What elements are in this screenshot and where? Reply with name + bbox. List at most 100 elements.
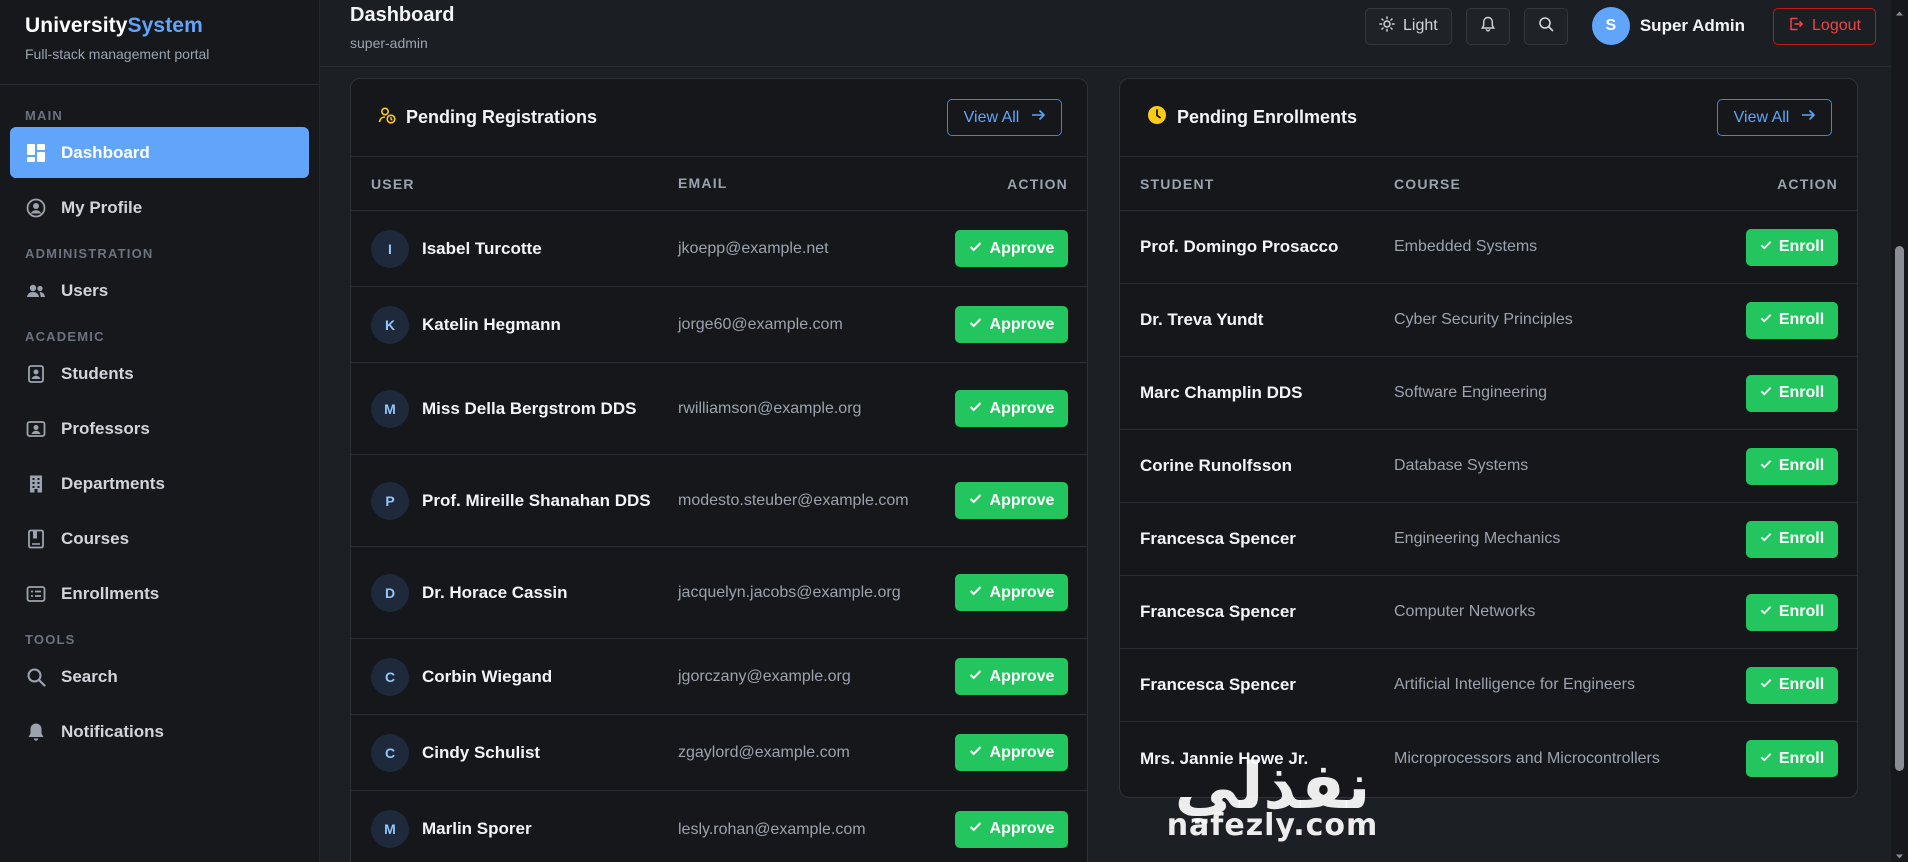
enroll-label: Enroll [1778,238,1825,255]
sidebar-item-departments[interactable]: Departments [10,458,309,509]
brand-title[interactable]: UniversitySystem [25,14,294,38]
user-cell: C Corbin Wiegand [371,657,678,696]
sidebar-item-notifications[interactable]: Notifications [10,706,309,757]
logout-label: Logout [1812,17,1861,34]
sidebar-item-label: Departments [61,473,165,493]
arrow-right-icon [1801,108,1816,127]
column-header-student: STUDENT [1140,175,1215,192]
table-row: P Prof. Mireille Shanahan DDS modesto.steu… [351,455,1087,547]
sidebar-item-dashboard[interactable]: Dashboard [10,127,309,178]
user-email: rwilliamson@example.org [678,400,862,417]
approve-label: Approve [989,491,1055,509]
enroll-button[interactable]: Enroll [1746,740,1838,777]
scroll-down-arrow-icon[interactable] [1895,848,1904,859]
table-header: USER EMAIL ACTION [351,157,1087,211]
view-all-registrations-button[interactable]: View All [947,99,1062,136]
scroll-up-arrow-icon[interactable] [1895,5,1904,16]
action-cell: Enroll [1738,447,1838,485]
sidebar-item-professors[interactable]: Professors [10,403,309,454]
sidebar-item-enrollments[interactable]: Enrollments [10,568,309,619]
course-name: Software Engineering [1394,384,1547,401]
professors-icon [25,418,47,440]
sidebar-item-label: Students [61,363,134,383]
sidebar: UniversitySystem Full-stack management p… [0,0,320,862]
top-actions: Light S Super Admin Logout [1364,7,1876,45]
sidebar-item-search[interactable]: Search [10,651,309,702]
approve-label: Approve [989,820,1055,837]
student-name: Corine Runolfsson [1140,456,1293,475]
enroll-button[interactable]: Enroll [1746,520,1838,558]
sidebar-nav: MAIN Dashboard My Profile ADMINISTRATION… [0,85,319,757]
enroll-button[interactable]: Enroll [1746,666,1838,704]
user-name: Katelin Hegmann [422,314,561,334]
user-email: jorge60@example.com [678,316,843,333]
logout-icon [1788,16,1804,37]
column-header-course: COURSE [1394,175,1462,192]
notifications-button[interactable] [1465,7,1510,45]
sidebar-item-my-profile[interactable]: My Profile [10,182,309,233]
action-cell: Enroll [1738,740,1838,777]
check-icon [1760,530,1772,548]
book-icon [25,528,47,550]
sidebar-item-label: My Profile [61,197,143,217]
approve-button[interactable]: Approve [955,810,1068,848]
check-icon [969,240,982,258]
action-cell: Approve [954,482,1068,519]
check-icon [969,820,982,838]
sidebar-item-courses[interactable]: Courses [10,513,309,564]
page-scrollbar[interactable] [1891,0,1908,862]
user-initial-avatar: K [371,305,409,344]
approve-button[interactable]: Approve [955,734,1068,771]
enroll-label: Enroll [1778,676,1825,693]
student-name: Francesca Spencer [1140,529,1296,548]
table-row: Dr. Treva Yundt Cyber Security Principles… [1120,284,1857,357]
building-icon [25,473,47,495]
approve-label: Approve [989,583,1055,601]
column-header-action: ACTION [1007,175,1068,192]
enroll-button[interactable]: Enroll [1746,301,1838,339]
action-cell: Approve [954,658,1068,695]
student-name: Marc Champlin DDS [1140,383,1303,402]
student-name: Prof. Domingo Prosacco [1140,237,1339,256]
approve-button[interactable]: Approve [955,658,1068,695]
bell-icon [1480,16,1496,37]
user-menu[interactable]: S Super Admin [1591,7,1745,45]
column-header-action: ACTION [1777,175,1838,192]
search-button[interactable] [1523,7,1568,45]
theme-toggle-button[interactable]: Light [1364,7,1452,45]
approve-button[interactable]: Approve [955,390,1068,427]
approve-button[interactable]: Approve [955,482,1068,519]
page-heading: Dashboard super-admin [350,4,1365,51]
student-name: Francesca Spencer [1140,602,1296,621]
avatar: S [1591,7,1630,45]
brand-subtitle: Full-stack management portal [25,46,210,62]
user-name: Corbin Wiegand [422,666,553,686]
sidebar-item-students[interactable]: Students [10,348,309,399]
enroll-button[interactable]: Enroll [1746,228,1838,266]
scrollbar-thumb[interactable] [1895,246,1904,771]
enroll-button[interactable]: Enroll [1746,593,1838,631]
enroll-button[interactable]: Enroll [1746,374,1838,412]
sidebar-item-label: Search [61,666,118,686]
check-icon [1760,384,1772,402]
approve-button[interactable]: Approve [955,230,1068,267]
enroll-button[interactable]: Enroll [1746,447,1838,485]
profile-icon [25,197,47,219]
logout-button[interactable]: Logout [1773,7,1876,45]
sidebar-item-users[interactable]: Users [10,265,309,316]
approve-button[interactable]: Approve [955,306,1068,343]
view-all-enrollments-button[interactable]: View All [1717,99,1832,136]
action-cell: Approve [954,306,1068,343]
enrollment-icon [25,583,47,605]
user-email: lesly.rohan@example.com [678,820,866,838]
user-initial-avatar: C [371,657,409,696]
approve-button[interactable]: Approve [955,574,1068,611]
search-icon [25,666,47,688]
table-row: Francesca Spencer Engineering Mechanics En… [1120,503,1857,576]
view-all-label: View All [963,108,1020,126]
user-initial-avatar: C [371,733,409,772]
user-name: Super Admin [1639,16,1745,35]
course-name: Engineering Mechanics [1394,530,1561,547]
user-initial-avatar: I [371,229,409,268]
main-area: Dashboard super-admin Light S Super Admi… [320,0,1908,862]
